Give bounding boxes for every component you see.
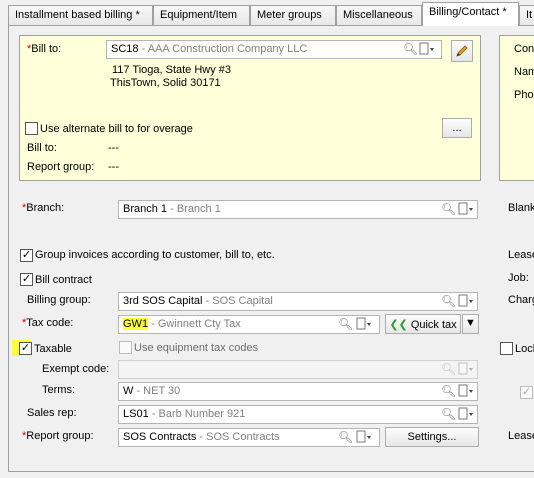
document-menu-icon[interactable]: [356, 430, 372, 444]
alt-report-group-value: ---: [108, 161, 119, 173]
search-icon[interactable]: 🔍︎: [441, 407, 456, 421]
taxable-checkbox[interactable]: ✓: [19, 342, 32, 355]
tab-installment-billing[interactable]: Installment based billing *: [8, 5, 153, 25]
report-group-label: *Report group:: [22, 430, 94, 442]
bill-contract-label: Bill contract: [35, 274, 92, 286]
caret-down-icon: ▼: [465, 317, 476, 329]
contact-name-label: Nam: [514, 66, 534, 78]
alt-bill-to-label: Bill to:: [27, 142, 57, 154]
job-label: Job:: [508, 272, 529, 284]
lease-label: Lease: [508, 249, 534, 261]
search-icon[interactable]: 🔍︎: [441, 294, 456, 308]
terms-field[interactable]: W - NET 30: [118, 382, 478, 401]
use-alternate-bill-to-label: Use alternate bill to for overage: [40, 123, 193, 135]
quick-tax-button[interactable]: ❮❮ Quick tax: [385, 314, 461, 334]
tax-code-label: *Tax code:: [22, 317, 74, 329]
search-icon[interactable]: 🔍︎: [338, 430, 353, 444]
use-equipment-tax-codes-label: Use equipment tax codes: [134, 342, 259, 354]
tab-meter-groups[interactable]: Meter groups: [250, 5, 336, 25]
tab-overflow[interactable]: It: [519, 5, 534, 25]
tab-strip: Installment based billing * Equipment/It…: [0, 0, 534, 26]
exempt-code-label: Exempt code:: [42, 363, 110, 375]
exempt-code-field[interactable]: [118, 360, 478, 379]
billing-group-field[interactable]: 3rd SOS Capital - SOS Capital: [118, 292, 478, 311]
search-icon[interactable]: 🔍︎: [441, 202, 456, 216]
contact-phone-label: Pho: [514, 89, 534, 101]
branch-label: *Branch:: [22, 202, 65, 214]
taxable-label: Taxable: [34, 343, 72, 355]
quick-tax-dropdown-button[interactable]: ▼: [462, 314, 479, 334]
group-invoices-label: Group invoices according to customer, bi…: [35, 249, 275, 261]
document-menu-icon[interactable]: [458, 384, 474, 398]
pencil-icon: [456, 45, 468, 57]
right-disabled-checkbox: ✓: [520, 386, 533, 399]
settings-button[interactable]: Settings...: [385, 427, 479, 447]
document-menu-icon[interactable]: [458, 294, 474, 308]
tab-equipment-item[interactable]: Equipment/Item: [153, 5, 250, 25]
edit-button[interactable]: [451, 40, 473, 62]
document-menu-icon: [458, 362, 473, 375]
search-icon[interactable]: 🔍︎: [403, 42, 418, 56]
document-menu-icon[interactable]: [356, 317, 372, 331]
bill-to-field[interactable]: SC18 - AAA Construction Company LLC: [106, 40, 442, 59]
use-equipment-tax-codes-checkbox[interactable]: [119, 341, 132, 354]
alt-report-group-label: Report group:: [27, 161, 95, 173]
contact-panel: [499, 35, 534, 181]
terms-label: Terms:: [42, 384, 75, 396]
bill-to-address-line2: ThisTown, Solid 30171: [110, 77, 221, 89]
tab-miscellaneous[interactable]: Miscellaneous: [336, 5, 422, 25]
document-menu-icon[interactable]: [458, 202, 474, 216]
search-icon: 🔍︎: [441, 362, 457, 376]
tab-billing-contact[interactable]: Billing/Contact *: [422, 2, 519, 26]
document-menu-icon[interactable]: [419, 42, 435, 56]
lock-checkbox[interactable]: [500, 342, 513, 355]
search-icon[interactable]: 🔍︎: [441, 384, 456, 398]
lease-label-bottom: Lease: [508, 430, 534, 442]
sales-rep-label: Sales rep:: [27, 407, 77, 419]
blank-label: Blank: [508, 202, 534, 214]
lock-label: Lock: [515, 343, 534, 355]
sales-rep-field[interactable]: LS01 - Barb Number 921: [118, 405, 478, 424]
search-icon[interactable]: 🔍︎: [338, 317, 353, 331]
bill-to-label: *Bill to:: [27, 43, 62, 55]
contact-label: Con: [514, 43, 534, 55]
double-chevron-left-icon: ❮❮: [389, 319, 408, 331]
charge-label: Charg: [508, 294, 534, 306]
document-menu-icon[interactable]: [458, 407, 474, 421]
branch-field[interactable]: Branch 1 - Branch 1: [118, 200, 478, 219]
alt-bill-to-value: ---: [108, 142, 119, 154]
alternate-bill-to-ellipsis-button[interactable]: ...: [442, 118, 472, 138]
billing-group-label: Billing group:: [27, 294, 91, 306]
use-alternate-bill-to-checkbox[interactable]: [25, 122, 38, 135]
group-invoices-checkbox[interactable]: ✓: [20, 249, 33, 262]
bill-contract-checkbox[interactable]: ✓: [20, 273, 33, 286]
bill-to-address-line1: 117 Tioga, State Hwy #3: [112, 64, 232, 76]
